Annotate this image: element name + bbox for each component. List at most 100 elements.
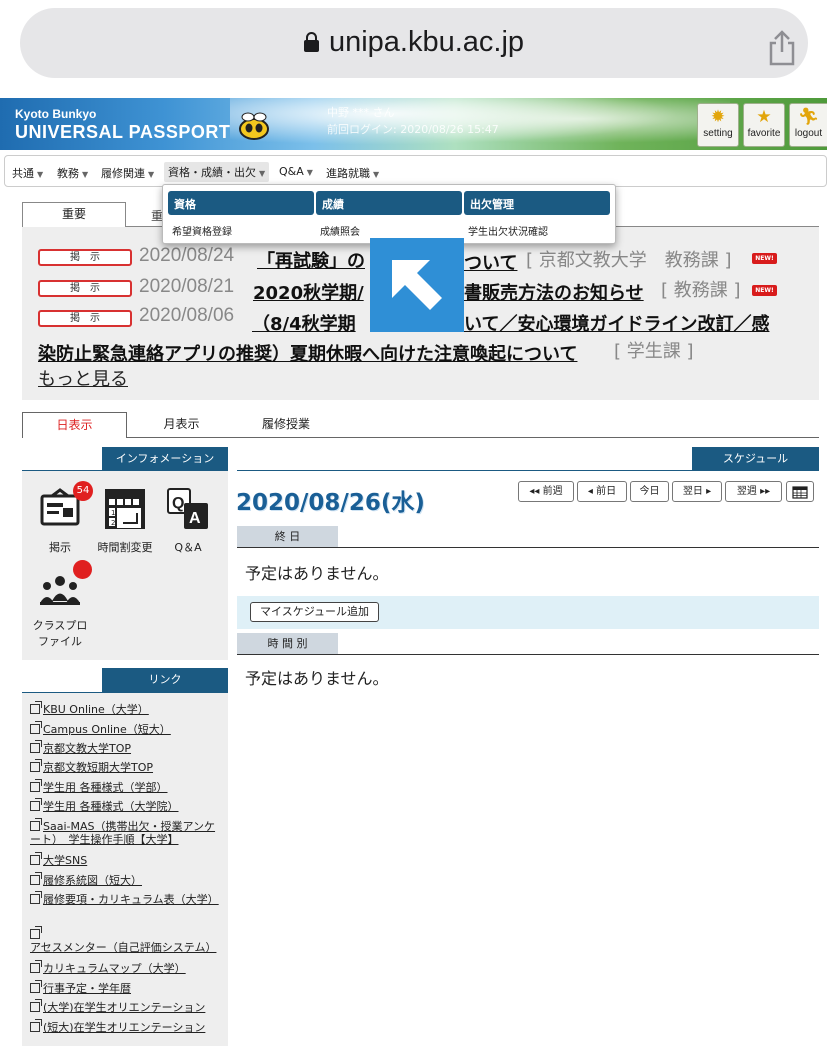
notice-title-link[interactable]: 「再試験」の: [257, 247, 365, 273]
chevron-down-icon: ▼: [373, 170, 380, 179]
tab-enrolled-courses[interactable]: 履修授業: [236, 412, 336, 437]
link-university-sns[interactable]: 大学SNS: [30, 852, 226, 867]
external-link-icon: [30, 779, 42, 792]
external-link-icon: [30, 980, 42, 993]
logout-button[interactable]: 🏃︎ logout: [789, 103, 827, 147]
bee-mascot-icon: [239, 112, 269, 140]
next-week-button[interactable]: 翌週 ▸▸: [725, 481, 782, 502]
notice-date: 2020/08/21: [139, 276, 235, 297]
menu-qualification-grades-attendance[interactable]: 資格・成績・出欠 ▼: [164, 162, 270, 182]
menu-career[interactable]: 進路就職 ▼: [326, 165, 379, 181]
timed-label: 時 間 別: [237, 633, 338, 654]
gear-icon: ✹: [710, 107, 726, 127]
url-display[interactable]: unipa.kbu.ac.jp: [20, 26, 808, 59]
dropdown-link-grade-inquiry[interactable]: 成績照会: [320, 223, 360, 238]
notice-title-link[interactable]: 書販売方法のお知らせ: [464, 279, 644, 305]
link-curriculum-table[interactable]: 履修要項・カリキュラム表（大学）: [30, 891, 226, 906]
link-forms-graduate[interactable]: 学生用 各種様式（大学院）: [30, 798, 226, 813]
notice-badge: 掲 示: [38, 310, 132, 327]
notice-badge: 掲 示: [38, 249, 132, 266]
external-link-icon: [30, 721, 42, 734]
notice-title-link[interactable]: 2020秋学期/: [253, 279, 364, 305]
external-link-icon: [30, 999, 42, 1012]
external-link-icon: [30, 960, 42, 973]
address-bar[interactable]: unipa.kbu.ac.jp: [20, 8, 808, 78]
prev-week-button[interactable]: ◂◂ 前週: [518, 481, 574, 502]
notice-badge: 掲 示: [38, 280, 132, 297]
favorite-button[interactable]: ★ favorite: [743, 103, 785, 147]
svg-text:A: A: [189, 510, 201, 527]
notice-dept: [ 学生課 ]: [614, 341, 694, 362]
link-assessmentor[interactable]: アセスメンター（自己評価システム）: [30, 926, 226, 954]
external-link-icon: [30, 1019, 42, 1032]
runner-icon: 🏃︎: [797, 107, 820, 127]
qa-button[interactable]: Q A Q＆A: [162, 487, 214, 555]
setting-button[interactable]: ✹ setting: [697, 103, 739, 147]
tab-important[interactable]: 重要: [22, 202, 126, 227]
notice-title-link[interactable]: ついて: [464, 249, 517, 275]
menu-academic[interactable]: 教務 ▼: [57, 165, 88, 181]
notice-dept: [ 京都文教大学 教務課 ]: [526, 250, 732, 271]
external-link-icon: [30, 798, 42, 811]
main-menu: 共通 ▼ 教務 ▼ 履修関連 ▼ 資格・成績・出欠 ▼ Q&A ▼ 進路就職 ▼: [4, 155, 827, 187]
chevron-down-icon: ▼: [148, 170, 155, 179]
class-profile-button[interactable]: クラスプロ ファイル: [30, 573, 90, 650]
timetable-change-button[interactable]: 12 時間割変更: [94, 487, 156, 555]
external-link-icon: [30, 818, 42, 831]
link-forms-undergrad[interactable]: 学生用 各種様式（学部）: [30, 779, 226, 794]
arrow-up-left-icon: [370, 238, 464, 332]
all-day-label: 終 日: [237, 526, 338, 547]
tab-month-view[interactable]: 月表示: [130, 412, 233, 437]
tab-day-view[interactable]: 日表示: [22, 412, 127, 438]
browser-chrome: unipa.kbu.ac.jp: [0, 0, 827, 98]
dropdown-menu: 資格 成績 出欠管理 希望資格登録 成績照会 学生出欠状況確認: [162, 184, 616, 244]
link-orientation-university[interactable]: (大学)在学生オリエンテーション: [30, 999, 226, 1014]
chevron-down-icon: ▼: [82, 170, 89, 179]
link-university-top[interactable]: 京都文教大学TOP: [30, 740, 226, 755]
svg-text:2: 2: [111, 519, 115, 527]
timetable-icon: 12: [105, 489, 145, 529]
external-link-icon: [30, 701, 42, 714]
notice-title-link[interactable]: 染防止緊急連絡アプリの推奨）夏期休暇へ向けた注意喚起について: [38, 340, 577, 366]
external-link-icon: [30, 891, 42, 904]
next-day-button[interactable]: 翌日 ▸: [672, 481, 722, 502]
notice-dept: [ 教務課 ]: [661, 280, 741, 301]
link-campus-online[interactable]: Campus Online（短大）: [30, 721, 226, 736]
link-course-map-junior[interactable]: 履修系統図（短大）: [30, 872, 226, 887]
external-link-icon: [30, 926, 42, 939]
info-header: インフォメーション: [102, 447, 228, 471]
link-junior-college-top[interactable]: 京都文教短期大学TOP: [30, 759, 226, 774]
external-link-icon: [30, 740, 42, 753]
more-link[interactable]: もっと見る: [38, 365, 128, 391]
link-academic-calendar[interactable]: 行事予定・学年暦: [30, 980, 226, 995]
dropdown-header-grades: 成績: [316, 191, 462, 215]
dropdown-link-qualification-registration[interactable]: 希望資格登録: [172, 223, 232, 238]
share-icon[interactable]: [766, 30, 798, 66]
menu-registration[interactable]: 履修関連 ▼: [101, 165, 154, 181]
calendar-button[interactable]: [786, 481, 814, 502]
dropdown-link-attendance-status[interactable]: 学生出欠状況確認: [468, 223, 548, 238]
external-link-icon: [30, 852, 42, 865]
menu-common[interactable]: 共通 ▼: [12, 165, 43, 181]
brand-logo[interactable]: UNIVERSAL PASSPORT: [15, 122, 230, 143]
chevron-down-icon: ▼: [259, 169, 266, 178]
notice-title-link[interactable]: （8/4秋学期: [252, 310, 356, 336]
link-kbu-online[interactable]: KBU Online（大学）: [30, 701, 226, 716]
today-button[interactable]: 今日: [630, 481, 669, 502]
class-profile-icon: [40, 576, 80, 605]
star-icon: ★: [756, 107, 772, 127]
schedule-header: スケジュール: [692, 447, 819, 471]
class-profile-notification-dot: [73, 560, 92, 579]
user-info: 中野 *** さん 前回ログイン: 2020/08/26 15:47: [327, 106, 499, 136]
qa-icon: Q A: [167, 488, 208, 529]
brand-small: Kyoto Bunkyo: [15, 107, 97, 121]
prev-day-button[interactable]: ◂ 前日: [577, 481, 627, 502]
link-orientation-junior[interactable]: (短大)在学生オリエンテーション: [30, 1019, 226, 1034]
notice-title-link[interactable]: いて／安心環境ガイドライン改訂／感: [464, 310, 769, 336]
links-header: リンク: [102, 668, 228, 692]
svg-text:Q: Q: [172, 495, 184, 512]
link-saai-mas[interactable]: Saai-MAS（携帯出欠・授業アンケート） 学生操作手順【大学】: [30, 818, 226, 846]
add-my-schedule-button[interactable]: マイスケジュール追加: [250, 602, 379, 622]
menu-qa[interactable]: Q&A ▼: [279, 165, 313, 178]
link-curriculum-map[interactable]: カリキュラムマップ（大学）: [30, 960, 226, 975]
